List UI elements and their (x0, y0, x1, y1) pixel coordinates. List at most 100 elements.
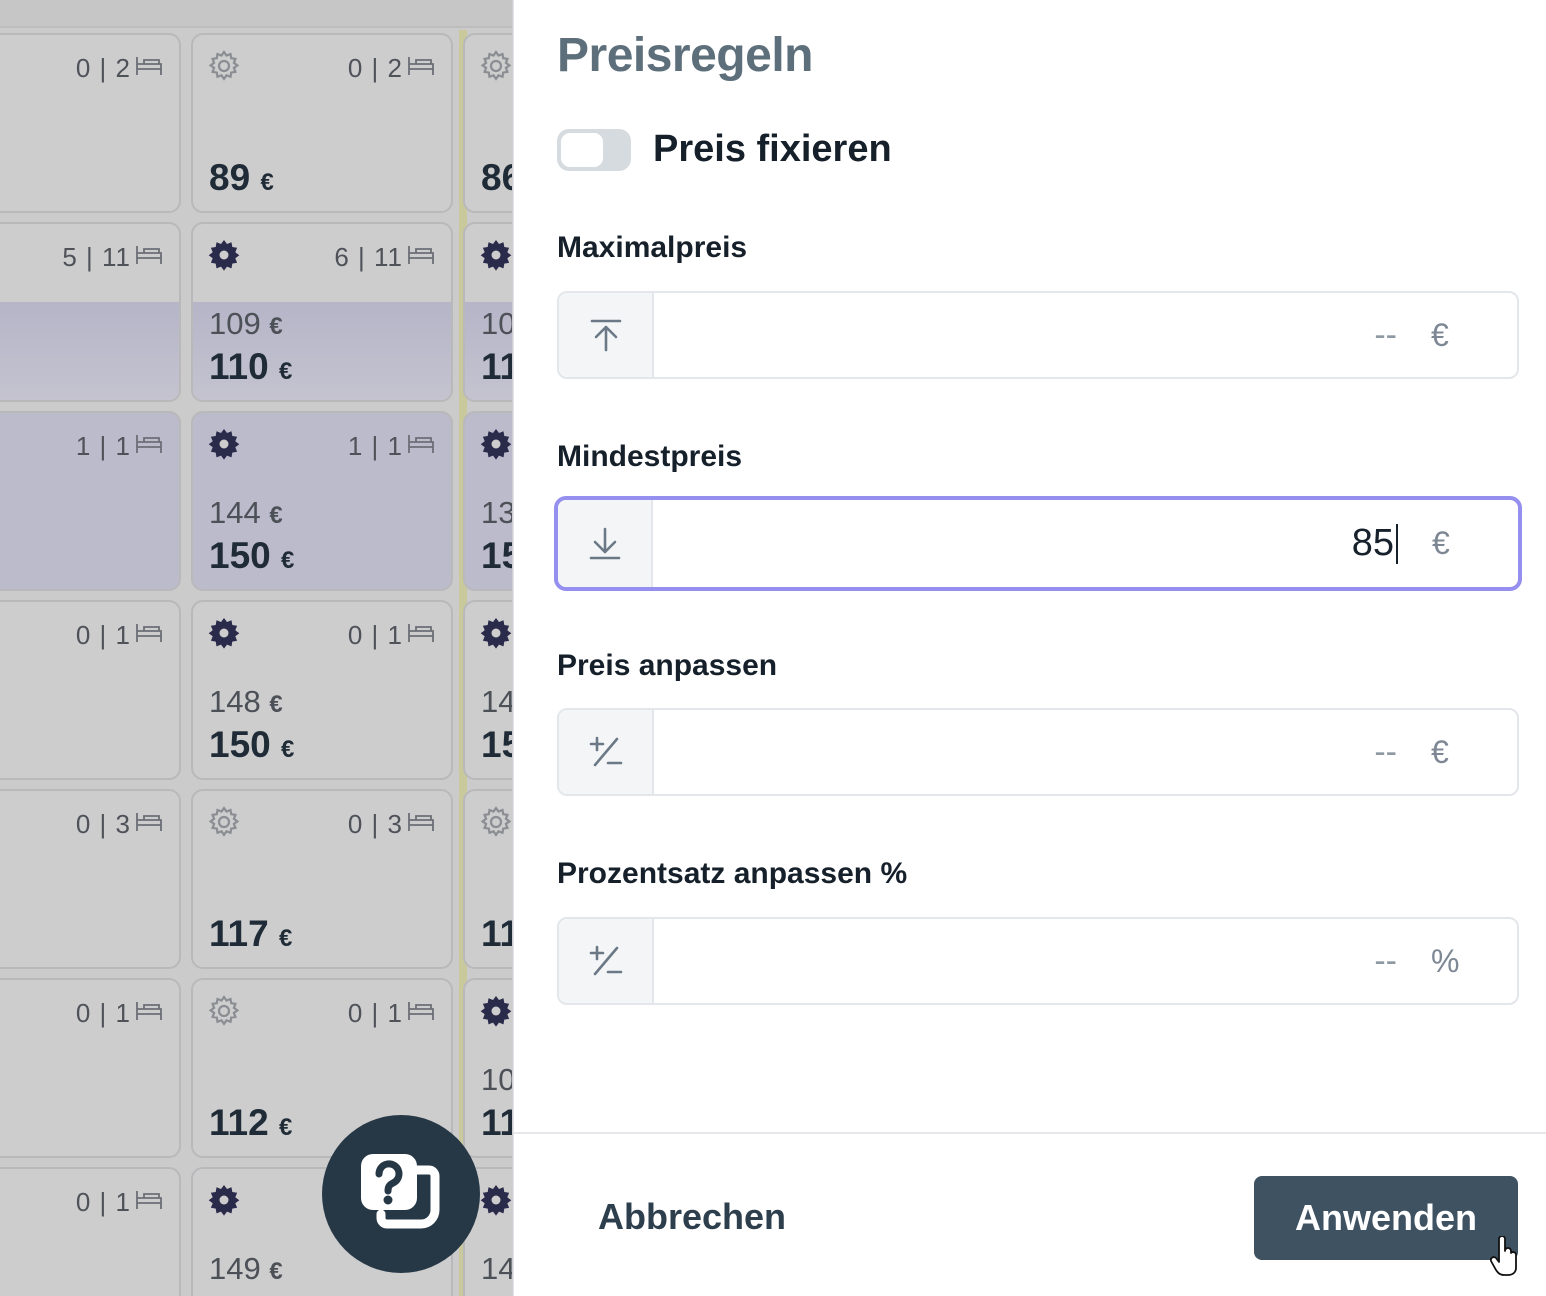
bed-icon (407, 620, 435, 651)
gear-filled-icon[interactable] (207, 616, 241, 650)
calendar-cell[interactable]: 1 | 1 € (0, 411, 181, 591)
gear-icon[interactable] (479, 49, 512, 83)
gear-filled-icon[interactable] (479, 427, 512, 461)
gear-filled-icon[interactable] (479, 994, 512, 1028)
fix-price-toggle[interactable] (557, 128, 631, 171)
previous-price-value: 10 (481, 1062, 512, 1097)
adjust-price-label: Preis anpassen (557, 649, 778, 682)
occupancy-text: 0 | 3 (75, 809, 131, 839)
current-price-value: 11 (481, 913, 512, 954)
previous-price: 14 € (481, 684, 512, 720)
adjust-price-addon (559, 710, 654, 794)
currency-symbol: € (281, 547, 295, 574)
text-caret (1396, 523, 1398, 564)
occupancy-count: 0 | 1 (76, 620, 163, 651)
currency-symbol: € (278, 358, 293, 385)
previous-price-value: 109 (209, 306, 261, 341)
occupancy-count: 0 | 1 (348, 998, 435, 1029)
calendar-cell[interactable]: 86 € (463, 33, 512, 213)
previous-price-value: 144 (209, 495, 261, 530)
previous-price-value: 10 (481, 306, 512, 341)
currency-symbol: € (260, 169, 274, 196)
occupancy-count: 0 | 3 (76, 809, 163, 840)
current-price-value: 89 (209, 157, 251, 198)
min-price-label: Mindestpreis (557, 440, 743, 473)
adjust-price-input[interactable]: -- (654, 710, 1431, 794)
occupancy-count: 6 | 11 (334, 242, 435, 273)
calendar-cell[interactable]: 11 € (463, 789, 512, 969)
gear-icon[interactable] (479, 805, 512, 839)
current-price: 150 € (209, 535, 294, 577)
calendar-cell[interactable]: 0 | 1 € (0, 978, 181, 1158)
occupancy-text: 0 | 1 (347, 998, 403, 1028)
occupancy-text: 0 | 2 (347, 53, 403, 83)
max-price-placeholder: -- (1374, 315, 1397, 354)
previous-price: 144 € (209, 495, 283, 531)
calendar-cell[interactable]: 0 | 1 (0, 1167, 181, 1296)
bed-icon (135, 431, 163, 462)
adjust-percent-label: Prozentsatz anpassen % (557, 857, 908, 890)
current-price-value: 117 (209, 913, 269, 954)
current-price-value: 15 (481, 724, 512, 765)
adjust-price-field[interactable]: -- € (557, 708, 1519, 796)
min-price-input[interactable]: 85 (653, 500, 1432, 587)
previous-price: 109 € (209, 306, 283, 342)
gear-filled-icon[interactable] (207, 238, 241, 272)
calendar-cell[interactable]: 10 € 11 € (463, 978, 512, 1158)
min-price-value: 85 (1351, 522, 1394, 564)
apply-button[interactable]: Anwenden (1254, 1176, 1518, 1260)
bed-icon (407, 242, 435, 273)
calendar-cell[interactable]: 0 | 3 117 € (191, 789, 453, 969)
help-chat-button[interactable] (322, 1115, 480, 1273)
fix-price-label: Preis fixieren (653, 128, 892, 170)
max-price-field[interactable]: -- € (557, 291, 1519, 379)
current-price: 117 € (209, 913, 292, 955)
calendar-cell[interactable]: 10 € 11 € (463, 222, 512, 402)
calendar-cell[interactable]: 0 | 2 89 € (191, 33, 453, 213)
gear-icon[interactable] (207, 805, 241, 839)
current-price: 11 € (481, 913, 512, 955)
adjust-percent-placeholder: -- (1374, 941, 1397, 980)
current-price: 89 € (209, 157, 274, 199)
gear-filled-icon[interactable] (479, 616, 512, 650)
occupancy-text: 1 | 1 (347, 431, 403, 461)
current-price-value: 150 (209, 535, 271, 576)
calendar-cell[interactable]: 1 | 1 144 €150 € (191, 411, 453, 591)
gear-icon[interactable] (207, 49, 241, 83)
gear-filled-icon[interactable] (207, 1183, 241, 1217)
occupancy-text: 5 | 11 (62, 242, 131, 272)
currency-symbol: € (269, 502, 283, 529)
currency-symbol: € (269, 691, 283, 718)
calendar-cell[interactable]: 0 | 1 148 €150 € (191, 600, 453, 780)
calendar-cell[interactable]: 0 | 1 € (0, 600, 181, 780)
current-price: 11 € (481, 346, 512, 388)
current-price: 150 € (209, 724, 294, 766)
current-price-value: 11 (481, 346, 512, 387)
occupancy-text: 0 | 1 (75, 620, 131, 650)
occupancy-text: 6 | 11 (334, 242, 403, 272)
min-price-addon (558, 500, 653, 587)
bed-icon (407, 809, 435, 840)
gear-icon[interactable] (207, 994, 241, 1028)
calendar-cell[interactable]: 13 € 15 € (463, 411, 512, 591)
current-price: 112 € (209, 1102, 292, 1144)
gear-filled-icon[interactable] (479, 1183, 512, 1217)
gear-filled-icon[interactable] (479, 238, 512, 272)
max-price-input[interactable]: -- (654, 293, 1431, 377)
min-price-field[interactable]: 85 € (554, 496, 1522, 591)
calendar-cell[interactable]: 0 | 2 (0, 33, 181, 213)
adjust-percent-input[interactable]: -- (654, 919, 1431, 1003)
bed-icon (135, 998, 163, 1029)
calendar-cell[interactable]: 14 € 15 € (463, 600, 512, 780)
calendar-cell[interactable]: 0 | 3 € (0, 789, 181, 969)
bed-icon (135, 242, 163, 273)
gear-filled-icon[interactable] (207, 427, 241, 461)
adjust-percent-field[interactable]: -- % (557, 917, 1519, 1005)
toggle-knob (561, 132, 603, 167)
calendar-cell[interactable]: 6 | 11 109 €110 € (191, 222, 453, 402)
calendar-cell[interactable]: 5 | 11 € (0, 222, 181, 402)
current-price: 15 € (481, 724, 512, 766)
cancel-button[interactable]: Abbrechen (598, 1196, 786, 1238)
previous-price: 10 € (481, 1062, 512, 1098)
occupancy-count: 0 | 2 (348, 53, 435, 84)
